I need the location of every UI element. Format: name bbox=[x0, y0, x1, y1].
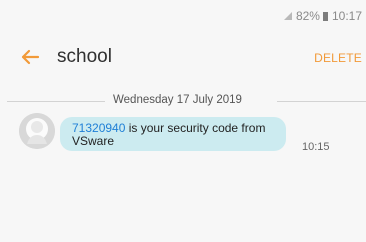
message-text-line1: is your security code from bbox=[125, 121, 266, 135]
status-bar: 82% 10:17 bbox=[0, 0, 366, 30]
message-date: Wednesday 17 July 2019 bbox=[113, 94, 242, 106]
battery-percent: 82% bbox=[295, 9, 320, 23]
status-time: 10:17 bbox=[331, 9, 362, 23]
divider-line-left bbox=[7, 101, 105, 102]
app-bar: school DELETE bbox=[0, 30, 366, 88]
signal-icon bbox=[283, 12, 292, 20]
sender-avatar[interactable] bbox=[19, 113, 55, 149]
date-divider: Wednesday 17 July 2019 bbox=[0, 94, 366, 108]
status-indicators: 82% 10:17 bbox=[283, 9, 362, 23]
conversation-title: school bbox=[57, 46, 112, 67]
message-bubble[interactable]: 71320940 is your security code from VSwa… bbox=[60, 117, 286, 151]
delete-button[interactable]: DELETE bbox=[314, 51, 362, 65]
divider-line-right bbox=[277, 101, 366, 102]
battery-icon bbox=[322, 11, 328, 21]
messaging-screen: 82% 10:17 school DELETE Wednesday 17 Jul… bbox=[0, 0, 366, 242]
message-time: 10:15 bbox=[302, 141, 330, 153]
back-arrow-icon[interactable] bbox=[18, 45, 42, 69]
security-code-link[interactable]: 71320940 bbox=[72, 121, 125, 135]
avatar-icon bbox=[19, 113, 55, 149]
message-text-line2: VSware bbox=[72, 134, 115, 148]
